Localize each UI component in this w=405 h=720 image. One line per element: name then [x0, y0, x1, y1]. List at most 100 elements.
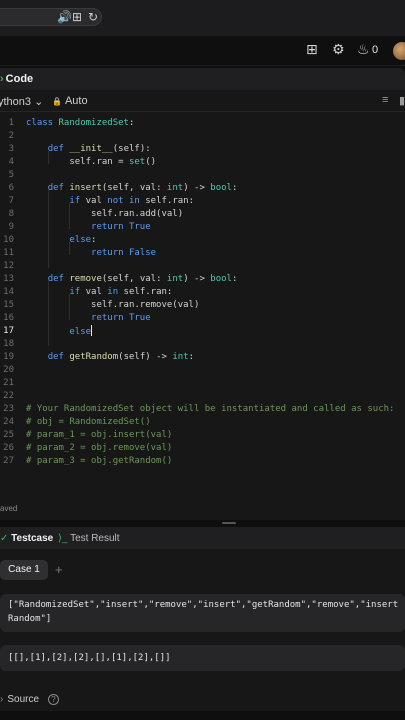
tab-code[interactable]: › Code	[0, 73, 33, 85]
speaker-icon[interactable]: 🔊	[57, 10, 72, 24]
code-text[interactable]: return True	[26, 221, 151, 234]
tab-test-result[interactable]: ⟩_ Test Result	[58, 533, 120, 544]
code-line[interactable]: 26 # param_2 = obj.remove(val)	[0, 442, 405, 455]
code-text[interactable]: self.ran.add(val)	[26, 208, 183, 221]
streak-count: 0	[372, 44, 379, 56]
code-line[interactable]: 1 class RandomizedSet:	[0, 117, 405, 130]
code-text[interactable]: def __init__(self):	[26, 143, 151, 156]
language-select[interactable]: ython3 ⌄	[0, 95, 43, 108]
code-text[interactable]: # param_2 = obj.remove(val)	[26, 442, 172, 455]
line-number: 13	[3, 274, 14, 284]
translate-icon[interactable]: ⊞	[72, 10, 82, 24]
help-icon[interactable]: ?	[48, 694, 59, 705]
tab-test-result-label: Test Result	[70, 533, 120, 544]
tab-testcase[interactable]: ✓ Testcase	[0, 533, 53, 544]
code-text[interactable]: # Your RandomizedSet object will be inst…	[26, 403, 394, 416]
code-line[interactable]: 22	[0, 390, 405, 403]
code-text[interactable]: self.ran = set()	[26, 156, 156, 169]
code-line[interactable]: 18	[0, 338, 405, 351]
code-line[interactable]: 20	[0, 364, 405, 377]
code-text[interactable]: # param_3 = obj.getRandom()	[26, 455, 172, 468]
add-case-icon[interactable]: +	[55, 562, 63, 577]
code-text[interactable]: class RandomizedSet:	[26, 117, 134, 130]
code-line[interactable]: 21	[0, 377, 405, 390]
code-text[interactable]: # obj = RandomizedSet()	[26, 416, 151, 429]
line-number: 24	[3, 417, 14, 427]
code-text[interactable]: else:	[26, 234, 96, 247]
code-line[interactable]: 13 def remove(self, val: int) -> bool:	[0, 273, 405, 286]
code-chevron-icon: ›	[0, 73, 4, 85]
code-text[interactable]: # param_1 = obj.insert(val)	[26, 429, 172, 442]
settings-icon[interactable]: ⚙	[332, 41, 345, 58]
format-icon[interactable]: ≡	[382, 94, 388, 106]
line-number: 14	[3, 287, 14, 297]
testcase-input-args[interactable]: [[],[1],[2],[2],[],[1],[2],[]]	[0, 645, 405, 671]
line-number: 21	[3, 378, 14, 388]
line-number: 22	[3, 391, 14, 401]
auto-mode-toggle[interactable]: 🔒 Auto	[52, 95, 88, 107]
code-text[interactable]: return True	[26, 312, 151, 325]
line-number: 20	[3, 365, 14, 375]
code-line[interactable]: 25 # param_1 = obj.insert(val)	[0, 429, 405, 442]
code-line[interactable]: 27 # param_3 = obj.getRandom()	[0, 455, 405, 468]
code-line[interactable]: 23 # Your RandomizedSet object will be in…	[0, 403, 405, 416]
code-text[interactable]: def insert(self, val: int) -> bool:	[26, 182, 238, 195]
line-number: 11	[3, 248, 14, 258]
address-bar[interactable]	[0, 8, 102, 26]
code-line[interactable]: 9 return True	[0, 221, 405, 234]
code-line[interactable]: 14 if val in self.ran:	[0, 286, 405, 299]
bottom-strip	[0, 711, 405, 720]
code-line[interactable]: 4 self.ran = set()	[0, 156, 405, 169]
code-line[interactable]: 24 # obj = RandomizedSet()	[0, 416, 405, 429]
line-number: 18	[3, 339, 14, 349]
line-number: 26	[3, 443, 14, 453]
save-status: aved	[0, 504, 18, 513]
code-text[interactable]: def remove(self, val: int) -> bool:	[26, 273, 238, 286]
code-line[interactable]: 8 self.ran.add(val)	[0, 208, 405, 221]
code-line[interactable]: 12	[0, 260, 405, 273]
line-number: 2	[8, 131, 14, 141]
grid-icon[interactable]: ⊞	[306, 41, 318, 58]
auto-mode-label: Auto	[64, 95, 88, 107]
code-panel-tabbar	[0, 68, 405, 90]
resize-handle[interactable]	[222, 522, 236, 524]
code-line[interactable]: 17 else	[0, 325, 405, 338]
line-number: 15	[3, 300, 14, 310]
source-label: Source	[7, 694, 40, 705]
code-line[interactable]: 19 def getRandom(self) -> int:	[0, 351, 405, 364]
line-number: 27	[3, 456, 14, 466]
code-line[interactable]: 6 def insert(self, val: int) -> bool:	[0, 182, 405, 195]
line-number: 4	[8, 157, 14, 167]
panel-menu-icon[interactable]: ▮	[399, 94, 405, 107]
panel-divider[interactable]	[0, 520, 405, 526]
code-line[interactable]: 11 return False	[0, 247, 405, 260]
code-line[interactable]: 3 def __init__(self):	[0, 143, 405, 156]
line-number: 25	[3, 430, 14, 440]
line-number: 6	[8, 183, 14, 193]
source-toggle[interactable]: › Source	[0, 694, 39, 705]
code-text[interactable]: self.ran.remove(val)	[26, 299, 199, 312]
code-text[interactable]: if val not in self.ran:	[26, 195, 194, 208]
reload-icon[interactable]: ↻	[88, 10, 98, 24]
check-icon: ✓	[0, 533, 9, 544]
code-line[interactable]: 16 return True	[0, 312, 405, 325]
code-line[interactable]: 10 else:	[0, 234, 405, 247]
flame-icon[interactable]: ♨	[357, 41, 370, 58]
line-number: 10	[3, 235, 14, 245]
lock-icon: 🔒	[52, 97, 62, 106]
code-line[interactable]: 5	[0, 169, 405, 182]
case-1-tab[interactable]: Case 1	[0, 560, 48, 580]
code-text[interactable]: else	[26, 325, 93, 339]
code-line[interactable]: 2	[0, 130, 405, 143]
code-text[interactable]: def getRandom(self) -> int:	[26, 351, 194, 364]
chevron-right-icon: ›	[0, 694, 4, 705]
code-line[interactable]: 7 if val not in self.ran:	[0, 195, 405, 208]
avatar[interactable]	[393, 42, 405, 60]
code-line[interactable]: 15 self.ran.remove(val)	[0, 299, 405, 312]
line-number: 16	[3, 313, 14, 323]
code-text[interactable]: if val in self.ran:	[26, 286, 172, 299]
line-number: 8	[8, 209, 14, 219]
testcase-input-methods[interactable]: ["RandomizedSet","insert","remove","inse…	[0, 594, 405, 632]
code-text[interactable]: return False	[26, 247, 156, 260]
line-number: 7	[8, 196, 14, 206]
